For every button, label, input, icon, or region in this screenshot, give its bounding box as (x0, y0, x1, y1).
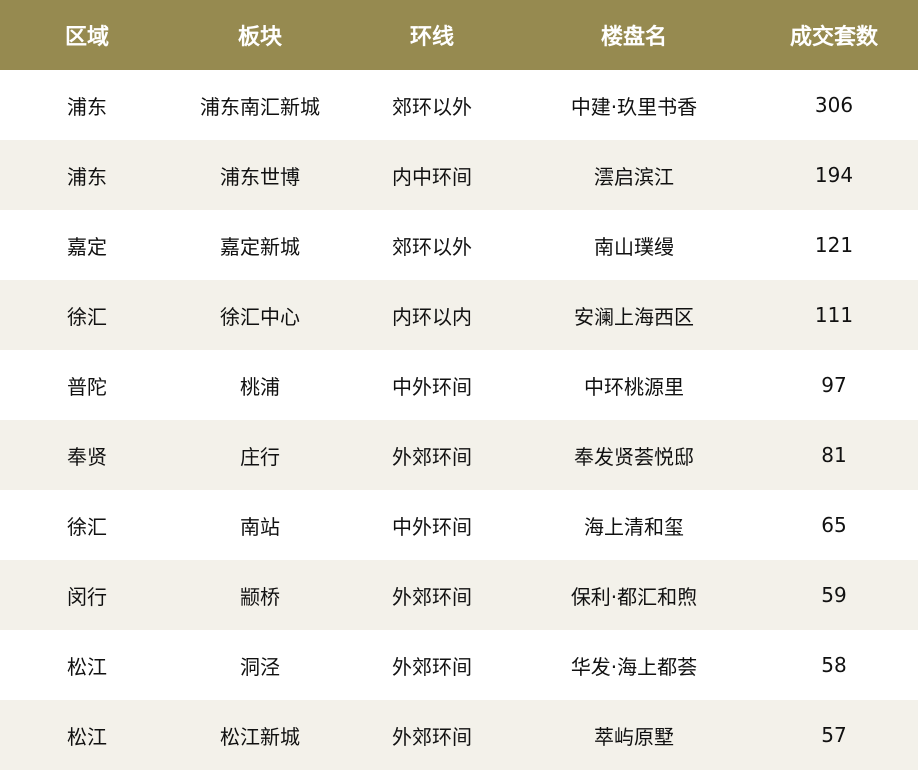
region-cell: 浦东 (67, 94, 107, 119)
sector-cell: 徐汇中心 (220, 304, 300, 329)
ring-road-cell: 内中环间 (392, 164, 472, 189)
project-name-cell: 萃屿原墅 (594, 724, 674, 749)
region-cell: 奉贤 (67, 444, 107, 469)
sector-cell: 南站 (240, 514, 280, 539)
transaction-count-cell: 58 (821, 653, 847, 677)
table-row: 普陀 桃浦 中外环间 中环桃源里 97 (0, 350, 918, 420)
region-cell: 徐汇 (67, 514, 107, 539)
table-row: 松江 松江新城 外郊环间 萃屿原墅 57 (0, 700, 918, 770)
ring-road-cell: 内环以内 (392, 304, 472, 329)
table-row: 闵行 颛桥 外郊环间 保利·都汇和煦 59 (0, 560, 918, 630)
header-ring-road: 环线 (409, 25, 454, 50)
transaction-count-cell: 57 (821, 723, 847, 747)
region-cell: 徐汇 (67, 304, 107, 329)
ring-road-cell: 外郊环间 (392, 444, 472, 469)
table-row: 松江 洞泾 外郊环间 华发·海上都荟 58 (0, 630, 918, 700)
transaction-count-cell: 306 (814, 93, 854, 117)
table-row: 徐汇 徐汇中心 内环以内 安澜上海西区 111 (0, 280, 918, 350)
project-name-cell: 中建·玖里书香 (570, 94, 698, 119)
table-header-row: 区域 板块 环线 楼盘名 成交套数 (0, 0, 918, 70)
project-name-cell: 保利·都汇和煦 (570, 584, 698, 609)
sector-cell: 桃浦 (240, 374, 280, 399)
sector-cell: 松江新城 (220, 724, 300, 749)
transaction-count-cell: 59 (821, 583, 847, 607)
project-name-cell: 海上清和玺 (584, 514, 684, 539)
ring-road-cell: 中外环间 (392, 374, 472, 399)
header-sector: 板块 (237, 25, 282, 50)
region-cell: 闵行 (67, 584, 107, 609)
ring-road-cell: 中外环间 (392, 514, 472, 539)
region-cell: 嘉定 (67, 234, 107, 259)
table-row: 浦东 浦东世博 内中环间 澐启滨江 194 (0, 140, 918, 210)
transaction-count-cell: 194 (814, 163, 854, 187)
sector-cell: 颛桥 (240, 584, 280, 609)
transaction-count-cell: 121 (814, 233, 854, 257)
project-name-cell: 奉发贤荟悦邸 (574, 444, 694, 469)
ring-road-cell: 外郊环间 (392, 654, 472, 679)
ring-road-cell: 外郊环间 (392, 724, 472, 749)
region-cell: 普陀 (67, 374, 107, 399)
sector-cell: 嘉定新城 (220, 234, 300, 259)
ring-road-cell: 郊环以外 (392, 234, 472, 259)
ring-road-cell: 郊环以外 (392, 94, 472, 119)
region-cell: 松江 (67, 654, 107, 679)
table-row: 嘉定 嘉定新城 郊环以外 南山璞缦 121 (0, 210, 918, 280)
sector-cell: 浦东南汇新城 (200, 94, 320, 119)
transaction-count-cell: 97 (821, 373, 847, 397)
project-name-cell: 澐启滨江 (594, 164, 674, 189)
project-name-cell: 安澜上海西区 (574, 304, 694, 329)
table-row: 奉贤 庄行 外郊环间 奉发贤荟悦邸 81 (0, 420, 918, 490)
project-name-cell: 南山璞缦 (594, 234, 674, 259)
project-name-cell: 中环桃源里 (584, 374, 684, 399)
transaction-count-cell: 65 (821, 513, 847, 537)
table-row: 浦东 浦东南汇新城 郊环以外 中建·玖里书香 306 (0, 70, 918, 140)
header-project-name: 楼盘名 (600, 25, 667, 50)
header-region: 区域 (64, 25, 109, 50)
ring-road-cell: 外郊环间 (392, 584, 472, 609)
region-cell: 浦东 (67, 164, 107, 189)
transaction-count-cell: 81 (821, 443, 847, 467)
project-name-cell: 华发·海上都荟 (570, 654, 698, 679)
sector-cell: 洞泾 (240, 654, 280, 679)
sector-cell: 庄行 (240, 444, 280, 469)
header-transaction-count: 成交套数 (789, 25, 878, 50)
sector-cell: 浦东世博 (220, 164, 300, 189)
sales-ranking-table: 区域 板块 环线 楼盘名 成交套数 浦东 浦东南汇新城 郊环以外 中建·玖里书香… (0, 0, 918, 771)
region-cell: 松江 (67, 724, 107, 749)
transaction-count-cell: 111 (814, 303, 854, 327)
table-row: 徐汇 南站 中外环间 海上清和玺 65 (0, 490, 918, 560)
